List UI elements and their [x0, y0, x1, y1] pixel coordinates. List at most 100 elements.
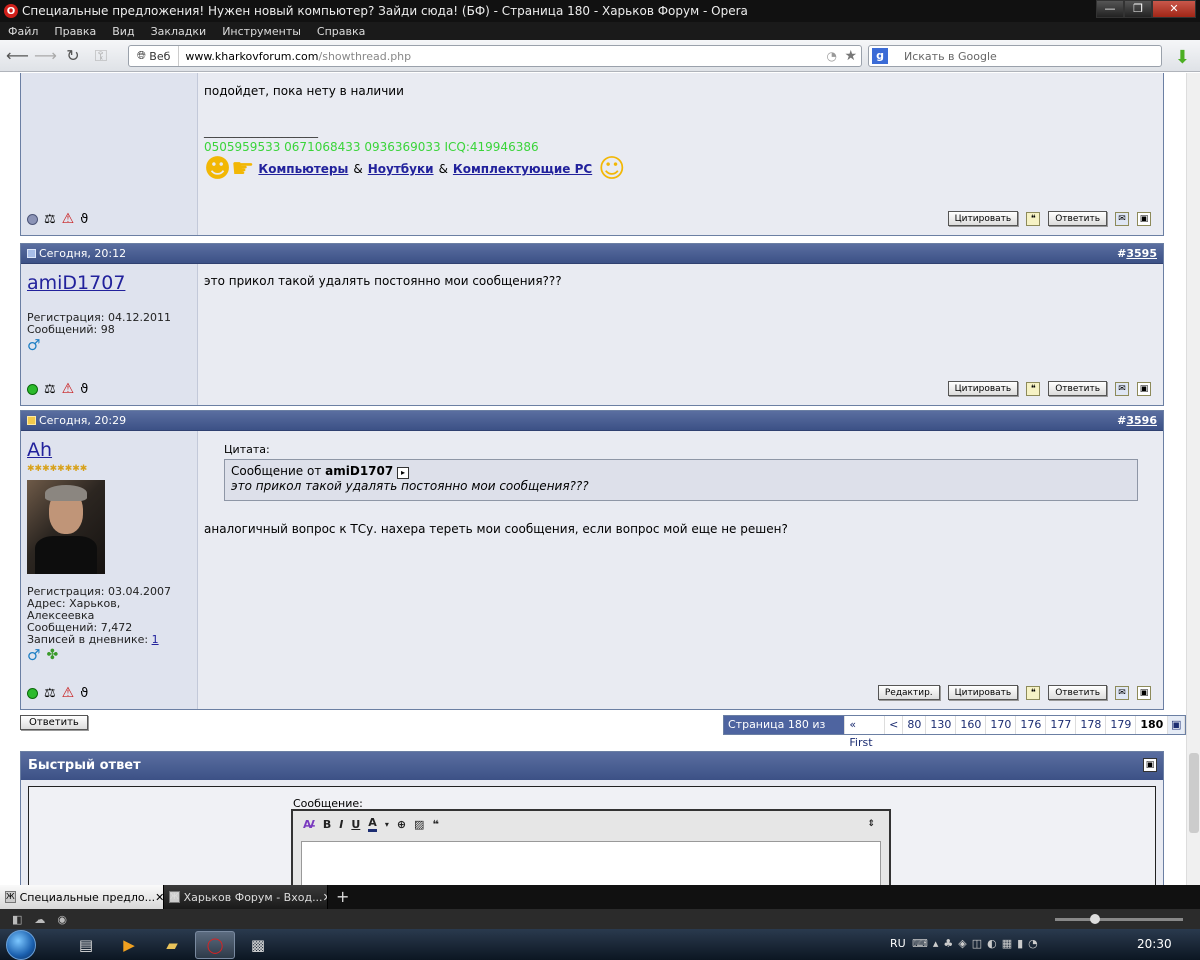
back-icon[interactable]: ⟵ [6, 45, 29, 67]
signature-link-laptops[interactable]: Ноутбуки [368, 162, 434, 176]
download-icon[interactable]: ⬇ [1175, 47, 1190, 68]
post-number[interactable]: #3595 [1117, 247, 1157, 260]
reply-button[interactable]: Ответить [1048, 685, 1107, 700]
reply-button[interactable]: Ответить [1048, 211, 1107, 226]
page-scrollbar[interactable] [1186, 73, 1200, 885]
italic-button[interactable]: I [339, 818, 343, 831]
google-icon[interactable]: g [872, 48, 888, 64]
report-icon[interactable]: ⚠ [62, 685, 75, 701]
page-link[interactable]: 178 [1076, 716, 1107, 734]
zoom-slider[interactable] [1055, 918, 1183, 921]
quote-button[interactable]: Цитировать [947, 381, 1019, 396]
tab-special-offers[interactable]: Ж Специальные предло... ✕ [0, 885, 164, 909]
maximize-button[interactable]: ❐ [1124, 0, 1152, 18]
taskbar-app-icon[interactable]: ▩ [238, 931, 278, 959]
new-tab-icon[interactable]: + [328, 885, 349, 909]
page-prev-link[interactable]: < [885, 716, 904, 734]
menu-help[interactable]: Справка [309, 25, 373, 38]
post-username[interactable]: Ah [27, 439, 191, 461]
quote-label: Цитата: [224, 443, 270, 456]
web-badge[interactable]: 🌐︎ Веб [129, 46, 180, 66]
view-post-icon[interactable]: ▸ [397, 467, 410, 479]
input-language[interactable]: RU [890, 937, 906, 950]
page-link[interactable]: 170 [986, 716, 1017, 734]
search-field[interactable]: g Искать в Google [868, 45, 1162, 67]
forum-favicon-icon: Ж [5, 891, 16, 903]
page-link[interactable]: 177 [1046, 716, 1077, 734]
address-field[interactable]: 🌐︎ Веб www.kharkovforum.com/showthread.p… [128, 45, 862, 67]
post-icon[interactable]: ▣ [1137, 381, 1151, 396]
tab-kharkov-forum-login[interactable]: Ж Харьков Форум - Вход... ✕ [164, 885, 328, 909]
panel-toggle-icon[interactable]: ◧ [12, 913, 22, 926]
insert-link-icon[interactable]: ⊕ [397, 818, 406, 831]
bold-button[interactable]: B [323, 818, 331, 831]
quote-button[interactable]: Цитировать [947, 211, 1019, 226]
collapse-icon[interactable]: ▣ [1143, 758, 1157, 772]
close-button[interactable]: ✕ [1152, 0, 1196, 18]
page-link[interactable]: 179 [1106, 716, 1137, 734]
minimize-button[interactable]: — [1096, 0, 1124, 18]
menu-bookmarks[interactable]: Закладки [143, 25, 215, 38]
post-number[interactable]: #3596 [1117, 414, 1157, 427]
turbo-icon[interactable]: ◉ [57, 913, 67, 926]
reply-button[interactable]: Ответить [1048, 381, 1107, 396]
resize-icon[interactable]: ⇕ [867, 819, 875, 829]
quick-reply-icon[interactable]: ✉ [1115, 381, 1129, 396]
multiquote-icon[interactable]: ❝ [1026, 685, 1041, 700]
quote-block: Сообщение от amiD1707 ▸ это прикол такой… [224, 459, 1138, 501]
key-icon[interactable]: ⚿ [90, 45, 112, 67]
diary-link[interactable]: 1 [152, 633, 159, 646]
scales-icon[interactable]: ⚖ [44, 687, 56, 700]
zoom-slider-handle[interactable] [1090, 914, 1100, 924]
scales-icon[interactable]: ⚖ [44, 213, 56, 226]
menu-tools[interactable]: Инструменты [214, 25, 309, 38]
page-first-link[interactable]: « First [845, 716, 886, 749]
user-avatar[interactable] [27, 480, 105, 574]
signature-link-computers[interactable]: Компьютеры [258, 162, 348, 176]
quote-button[interactable]: Цитировать [947, 685, 1019, 700]
report-icon[interactable]: ⚠ [62, 381, 75, 397]
rss-icon[interactable]: ◔ [827, 49, 837, 63]
multiquote-icon[interactable]: ❝ [1026, 211, 1041, 226]
reload-icon[interactable]: ↻ [62, 45, 84, 67]
start-button[interactable] [6, 929, 36, 960]
underline-button[interactable]: U [351, 818, 360, 831]
quick-reply-icon[interactable]: ✉ [1115, 685, 1129, 700]
forward-icon[interactable]: ⟶ [34, 45, 57, 67]
page-link[interactable]: 160 [956, 716, 987, 734]
taskbar-clock[interactable]: 20:30 [1137, 937, 1172, 951]
menu-edit[interactable]: Правка [46, 25, 104, 38]
post-date: Сегодня, 20:29 [39, 414, 127, 427]
page-link[interactable]: 80 [903, 716, 927, 734]
menu-file[interactable]: Файл [0, 25, 46, 38]
chevron-down-icon[interactable]: ▾ [385, 820, 389, 829]
multiquote-icon[interactable]: ❝ [1026, 381, 1041, 396]
thread-reply-button[interactable]: Ответить [20, 715, 88, 730]
taskbar-media-icon[interactable]: ▶ [109, 931, 149, 959]
post-username[interactable]: amiD1707 [27, 272, 191, 294]
font-color-button[interactable]: A [368, 816, 377, 832]
page-link[interactable]: 130 [926, 716, 957, 734]
insert-quote-icon[interactable]: ❝ [432, 818, 438, 831]
insert-image-icon[interactable]: ▨ [414, 818, 424, 831]
goto-page-icon[interactable]: ▣ [1168, 716, 1185, 734]
menu-view[interactable]: Вид [104, 25, 142, 38]
remove-format-icon[interactable]: Ꜻ [303, 818, 315, 831]
taskbar-opera-icon[interactable]: ◯ [195, 930, 235, 959]
opera-unite-icon[interactable]: ☁ [34, 913, 45, 926]
quick-reply-icon[interactable]: ✉ [1115, 211, 1129, 226]
scales-icon[interactable]: ⚖ [44, 383, 56, 396]
message-textarea[interactable] [301, 841, 881, 885]
close-tab-icon[interactable]: ✕ [155, 891, 163, 904]
taskbar-explorer-icon[interactable]: ▰ [152, 931, 192, 959]
taskbar-notes-icon[interactable]: ▤ [66, 931, 106, 959]
edit-button[interactable]: Редактир. [877, 685, 940, 700]
report-icon[interactable]: ⚠ [62, 211, 75, 227]
bookmark-star-icon[interactable]: ★ [844, 48, 857, 64]
scrollbar-thumb[interactable] [1189, 753, 1199, 833]
post-icon[interactable]: ▣ [1137, 211, 1151, 226]
signature-link-components[interactable]: Комплектующие PC [453, 162, 592, 176]
post-icon[interactable]: ▣ [1137, 685, 1151, 700]
url-text[interactable]: www.kharkovforum.com/showthread.php [179, 50, 411, 63]
page-link[interactable]: 176 [1016, 716, 1047, 734]
